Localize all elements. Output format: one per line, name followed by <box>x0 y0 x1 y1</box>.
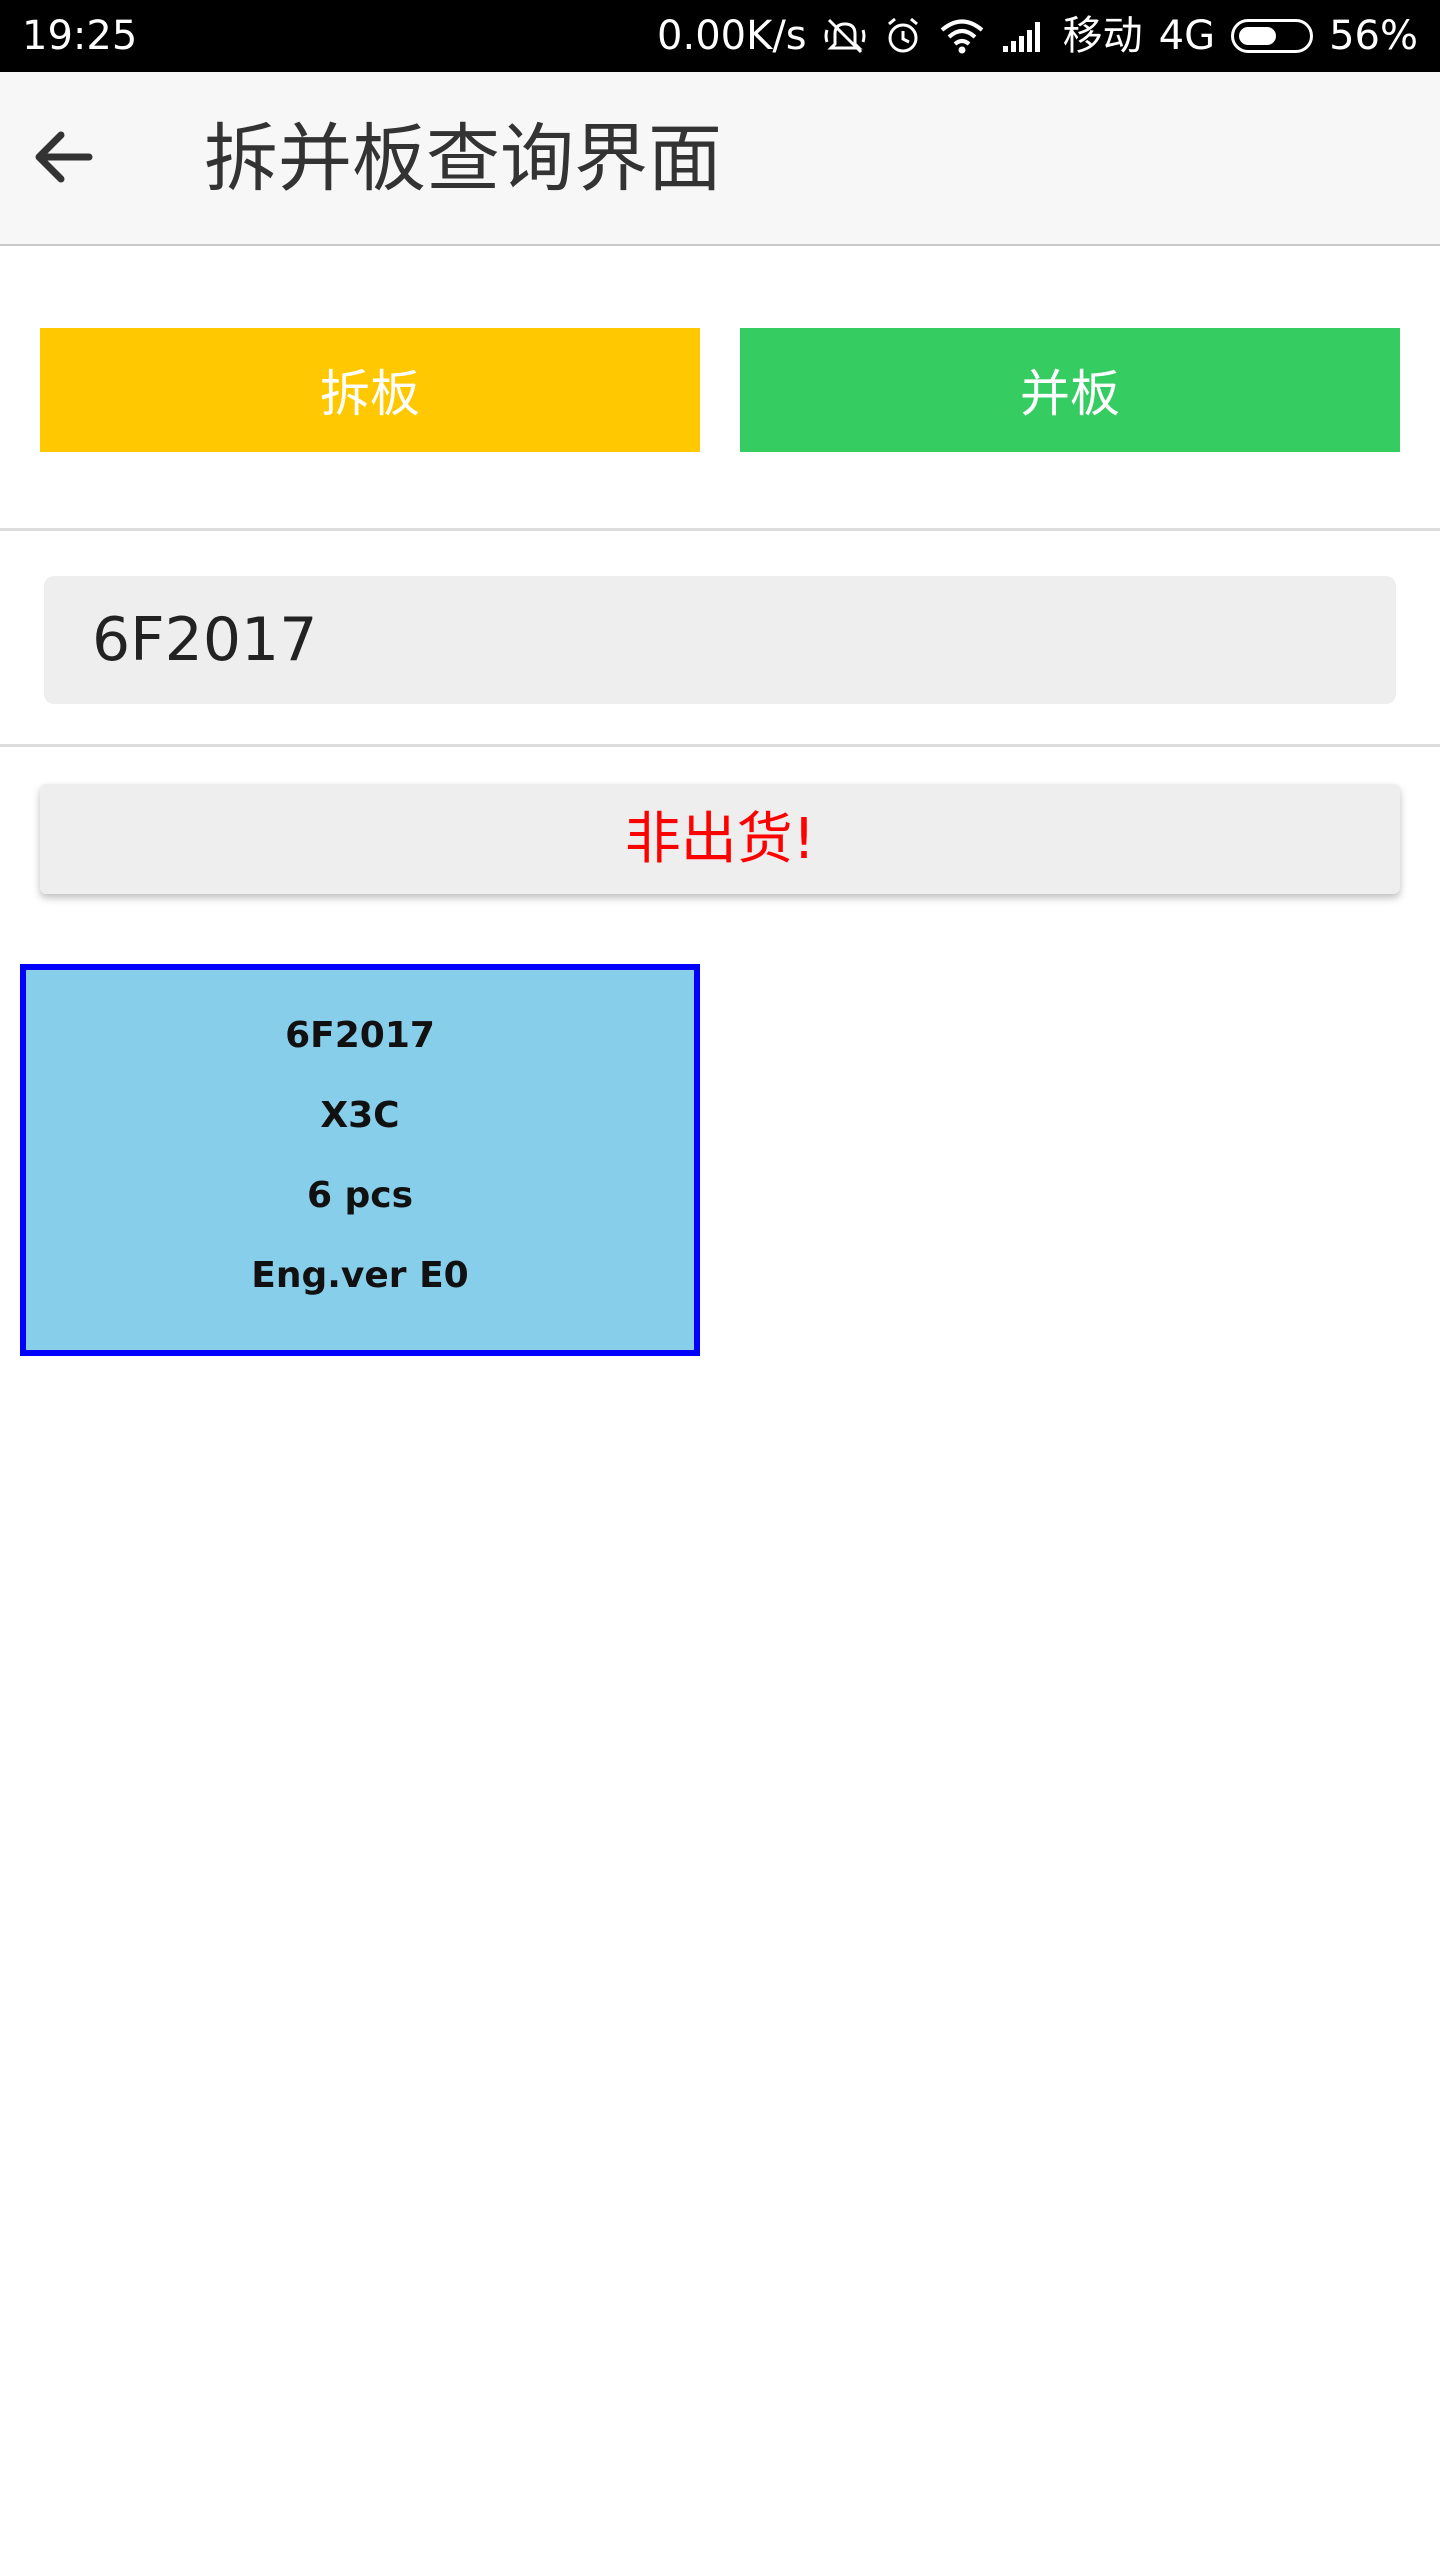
app-bar: 拆并板查询界面 <box>0 72 1440 246</box>
merge-pallet-button[interactable]: 并板 <box>740 328 1400 452</box>
network-speed: 0.00K/s <box>657 13 807 59</box>
alarm-icon <box>883 16 923 56</box>
pallet-model: X3C <box>320 1095 400 1136</box>
pallet-quantity: 6 pcs <box>306 1175 414 1216</box>
mute-icon <box>823 16 867 56</box>
split-pallet-button[interactable]: 拆板 <box>40 328 700 452</box>
wifi-icon <box>939 17 985 55</box>
status-time: 19:25 <box>22 13 138 59</box>
page-title: 拆并板查询界面 <box>204 116 722 202</box>
barcode-input[interactable] <box>44 576 1396 704</box>
shipment-status-button[interactable]: 非出货! <box>40 784 1400 894</box>
battery-icon <box>1231 19 1314 53</box>
signal-icon <box>1001 18 1047 54</box>
pallet-card[interactable]: 6F2017 X3C 6 pcs Eng.ver E0 <box>20 964 700 1356</box>
divider <box>0 744 1440 747</box>
pallet-barcode: 6F2017 <box>285 1015 435 1056</box>
carrier-name: 移动 <box>1062 13 1143 59</box>
battery-level-fill <box>1239 27 1277 45</box>
back-button[interactable] <box>20 112 110 202</box>
status-bar: 19:25 0.00K/s 移动 4G 56% <box>0 0 1440 72</box>
status-indicators: 0.00K/s 移动 4G 56% <box>657 12 1418 60</box>
pallet-version: Eng.ver E0 <box>251 1255 469 1296</box>
divider <box>0 528 1440 531</box>
battery-percent: 56% <box>1329 13 1418 59</box>
arrow-left-icon <box>35 131 93 183</box>
network-type: 4G <box>1158 13 1216 59</box>
